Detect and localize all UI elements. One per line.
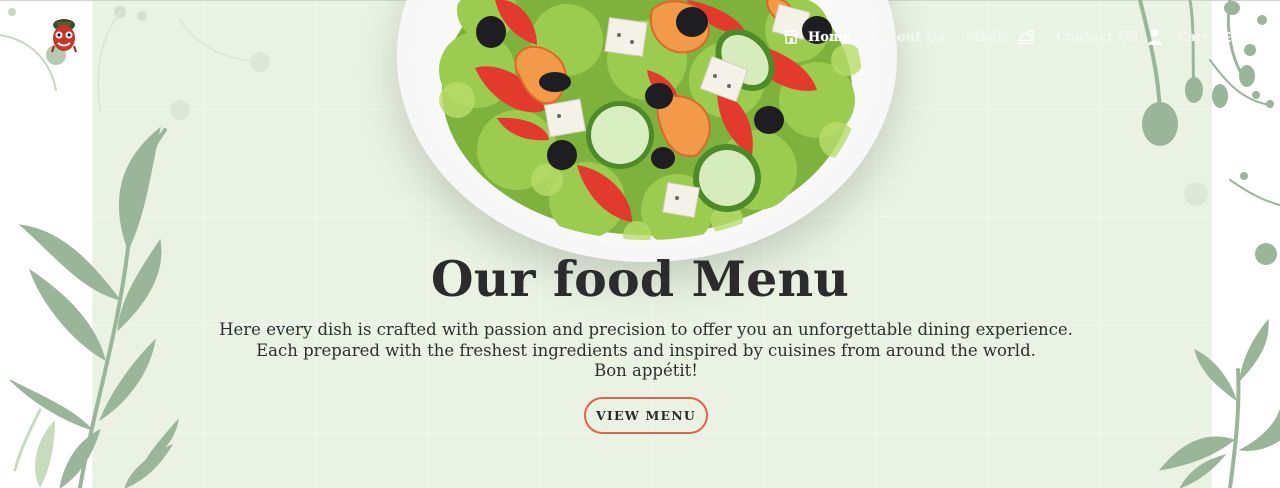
nav-contact-label: Contact US (1056, 29, 1139, 45)
user-icon (1146, 28, 1164, 46)
nav-home[interactable]: Home (782, 26, 851, 48)
nav-cart[interactable]: Cart (1177, 26, 1235, 48)
description-line: Each prepared with the freshest ingredie… (256, 340, 1036, 360)
nav-contact[interactable]: Contact US (1056, 26, 1164, 48)
nav-meals[interactable]: Meals (966, 26, 1035, 48)
description-line: Bon appétit! (594, 361, 698, 380)
nav-about-label: About Us (878, 29, 945, 45)
page-title: Our food Menu (430, 250, 850, 308)
description-line: Here every dish is crafted with passion … (219, 320, 1073, 339)
store-icon (782, 28, 800, 46)
nav-meals-label: Meals (966, 29, 1010, 45)
nav-cart-label: Cart (1177, 29, 1209, 45)
nav-home-label: Home (808, 29, 851, 45)
nav-about[interactable]: About Us (878, 26, 945, 48)
hero-description: Here every dish is crafted with passion … (0, 320, 1280, 382)
food-tray-icon (1017, 28, 1035, 46)
cart-icon (1217, 28, 1235, 46)
main-nav: Home About Us Meals Contact US Cart (0, 0, 1280, 72)
view-menu-button[interactable]: VIEW MENU (584, 397, 708, 434)
